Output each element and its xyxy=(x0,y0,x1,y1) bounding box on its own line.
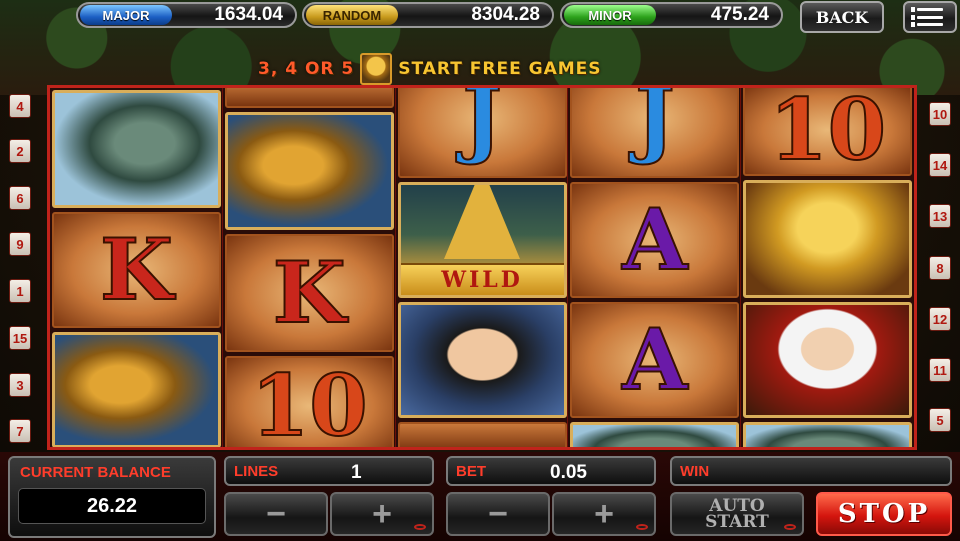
partial-lion-symbol xyxy=(743,422,913,447)
hamburger-menu-icon xyxy=(911,7,943,27)
payline-badge-left: 1 xyxy=(9,279,31,303)
minor-jackpot-value: 475.24 xyxy=(710,4,769,25)
j-symbol: J xyxy=(397,88,567,178)
pagoda-icon xyxy=(444,185,521,259)
balance-value: 26.22 xyxy=(18,488,206,524)
payline-badge-right: 12 xyxy=(929,307,951,331)
major-jackpot-label: MAJOR xyxy=(80,5,172,25)
payline-badge-left: 15 xyxy=(9,326,31,350)
banner-scatter-count: 3, 4 OR 5 xyxy=(258,59,355,79)
bet-increase-button[interactable]: + xyxy=(552,492,656,536)
reel-grid: K K 10 J WILD J A A 10 xyxy=(47,85,917,450)
a-symbol: A xyxy=(570,302,740,418)
plus-icon: + xyxy=(372,494,392,533)
indicator-ring-icon xyxy=(636,524,648,530)
reel-1: K xyxy=(50,88,223,447)
bet-decrease-button[interactable]: − xyxy=(446,492,550,536)
plus-icon: + xyxy=(594,494,614,533)
ten-symbol: 10 xyxy=(743,88,913,176)
lines-value: 1 xyxy=(351,462,362,483)
win-display: WIN xyxy=(670,456,952,486)
old-monk-symbol xyxy=(743,302,913,418)
payline-badge-right: 13 xyxy=(929,204,951,228)
reel-3: J WILD xyxy=(396,88,569,447)
dragon-symbol xyxy=(224,112,394,230)
indicator-ring-icon xyxy=(414,524,426,530)
partial-symbol-top xyxy=(224,88,394,108)
payline-badge-right: 14 xyxy=(929,153,951,177)
golden-buddha-symbol xyxy=(743,180,913,298)
win-label: WIN xyxy=(680,463,710,480)
balance-panel: CURRENT BALANCE 26.22 xyxy=(8,456,216,538)
random-jackpot-value: 8304.28 xyxy=(471,4,540,25)
major-jackpot-value: 1634.04 xyxy=(214,4,283,25)
payline-badge-left: 3 xyxy=(9,373,31,397)
partial-lion-symbol xyxy=(570,422,740,447)
payline-badge-left: 4 xyxy=(9,94,31,118)
minus-icon: − xyxy=(266,494,286,533)
k-symbol: K xyxy=(224,234,394,352)
payline-badge-right: 5 xyxy=(929,408,951,432)
bet-value: 0.05 xyxy=(550,462,587,483)
minus-icon: − xyxy=(488,494,508,533)
reel-4: J A A xyxy=(568,88,742,447)
lines-decrease-button[interactable]: − xyxy=(224,492,328,536)
auto-start-label-line2: START xyxy=(705,512,769,532)
random-jackpot: RANDOM 8304.28 xyxy=(302,2,554,28)
back-button[interactable]: BACK xyxy=(800,1,884,33)
stop-button[interactable]: STOP xyxy=(816,492,952,536)
dragon-symbol xyxy=(52,332,221,447)
wild-label: WILD xyxy=(400,263,564,295)
banner-text: START FREE GAMES xyxy=(398,59,602,79)
major-jackpot: MAJOR 1634.04 xyxy=(76,2,297,28)
lines-label: LINES xyxy=(234,463,279,480)
payline-badge-left: 9 xyxy=(9,232,31,256)
bet-display: BET 0.05 xyxy=(446,456,656,486)
thai-woman-symbol xyxy=(397,302,567,418)
minor-jackpot: MINOR 475.24 xyxy=(560,2,783,28)
free-games-banner: 3, 4 OR 5 START FREE GAMES xyxy=(258,52,708,86)
lines-increase-button[interactable]: + xyxy=(330,492,434,536)
control-panel: CURRENT BALANCE 26.22 LINES 1 BET 0.05 W… xyxy=(0,452,960,541)
ten-symbol: 10 xyxy=(224,356,394,447)
payline-badge-right: 10 xyxy=(929,102,951,126)
a-symbol: A xyxy=(570,182,740,298)
j-symbol: J xyxy=(570,88,740,178)
menu-button[interactable] xyxy=(903,1,957,33)
lion-statue-symbol xyxy=(52,90,221,208)
indicator-ring-icon xyxy=(784,524,796,530)
k-symbol: K xyxy=(52,212,221,328)
payline-badge-right: 8 xyxy=(929,256,951,280)
bet-label: BET xyxy=(456,463,486,480)
payline-badge-left: 2 xyxy=(9,139,31,163)
partial-symbol-bottom xyxy=(397,422,567,447)
reel-5: 10 xyxy=(741,88,914,447)
random-jackpot-label: RANDOM xyxy=(306,5,398,25)
auto-start-button[interactable]: AUTO START xyxy=(670,492,804,536)
payline-badge-left: 7 xyxy=(9,419,31,443)
payline-badge-left: 6 xyxy=(9,186,31,210)
buddha-scatter-icon xyxy=(360,53,393,85)
payline-badge-right: 11 xyxy=(929,358,951,382)
balance-label: CURRENT BALANCE xyxy=(20,464,171,481)
wild-pagoda-symbol: WILD xyxy=(397,182,567,298)
reel-2: K 10 xyxy=(223,88,396,447)
minor-jackpot-label: MINOR xyxy=(564,5,656,25)
lines-display: LINES 1 xyxy=(224,456,434,486)
